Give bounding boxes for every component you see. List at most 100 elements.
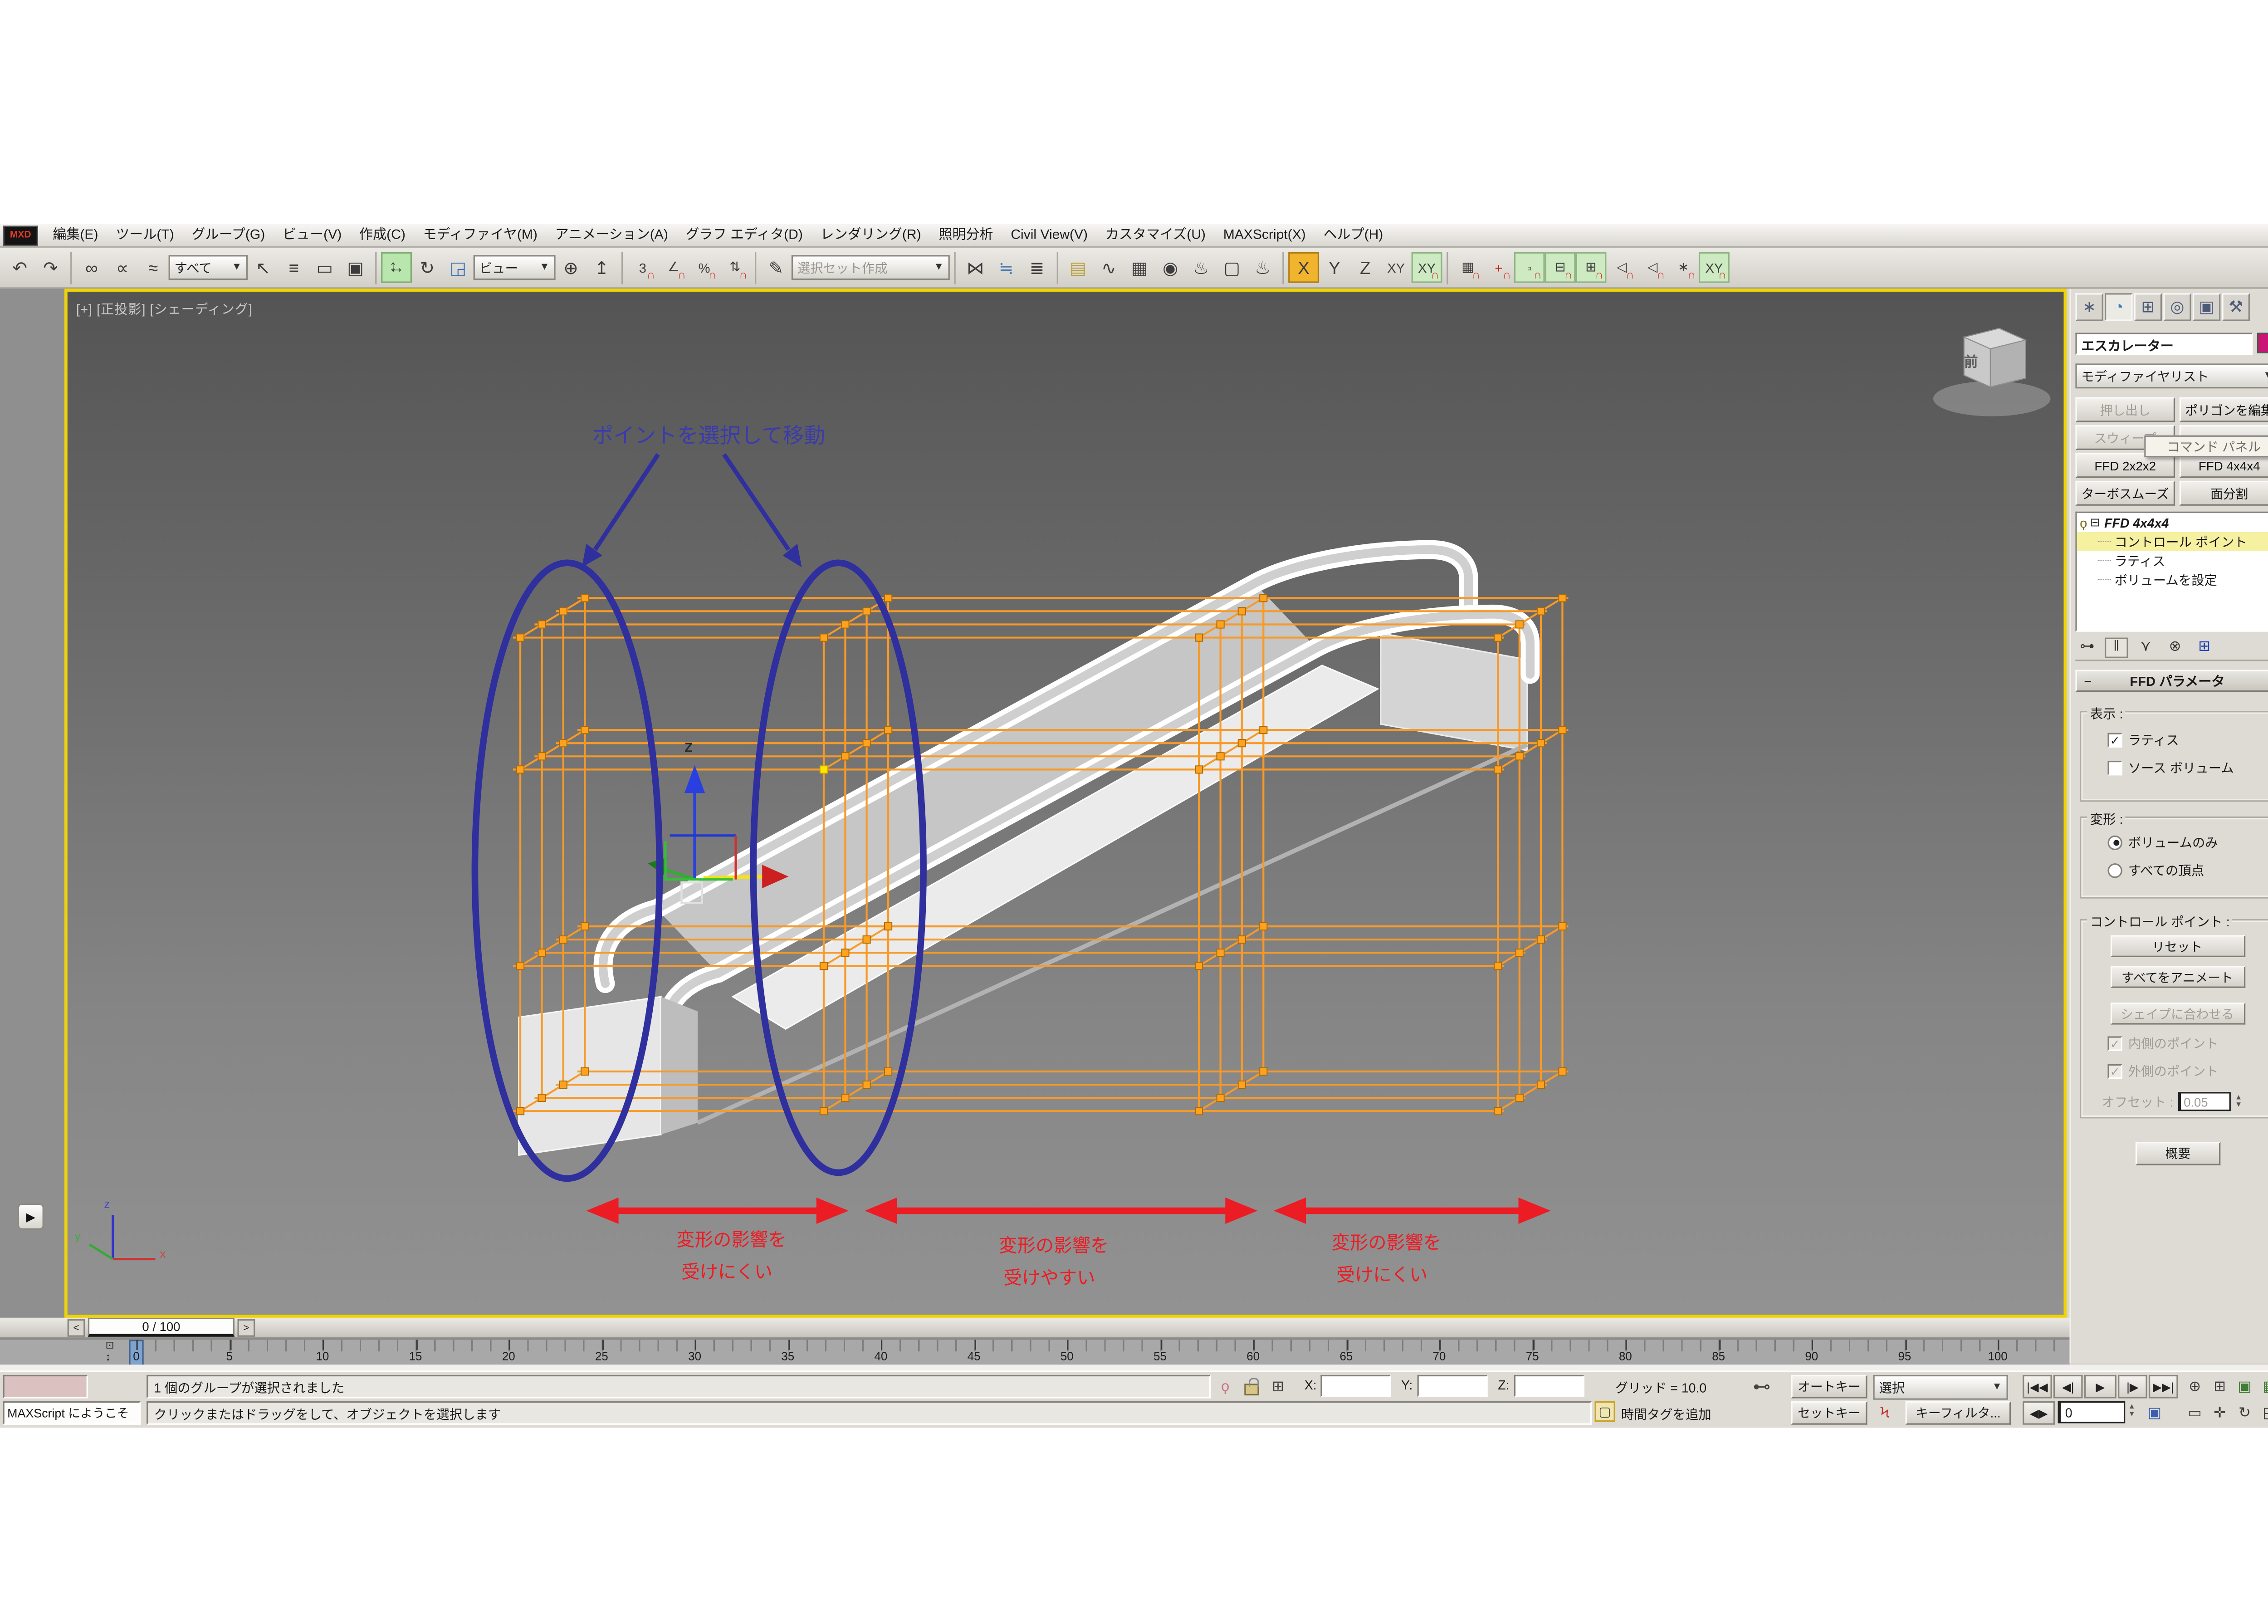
restrict-xy-plane-icon[interactable]: XY [1381, 252, 1412, 283]
conform-to-shape-button[interactable]: シェイプに合わせる [2110, 1003, 2244, 1024]
graphite-ribbon-toggle-icon[interactable]: ▤ [1063, 252, 1094, 283]
animate-all-button[interactable]: すべてをアニメート [2110, 966, 2244, 988]
bind-to-space-warp-icon[interactable]: ≈ [138, 252, 169, 283]
menu-modifiers[interactable]: モディファイヤ(M) [414, 224, 546, 246]
zoom-extents-icon[interactable]: ▣ [2232, 1375, 2257, 1399]
snap-xy-icon[interactable]: XY∩ [1699, 252, 1730, 283]
tessellate-button[interactable]: 面分割 [2180, 481, 2268, 506]
select-and-manipulate-icon[interactable]: ↥ [586, 252, 617, 283]
restrict-x-icon[interactable]: X [1288, 252, 1319, 283]
menu-animation[interactable]: アニメーション(A) [546, 224, 677, 246]
select-and-link-icon[interactable]: ∞ [76, 252, 107, 283]
expand-tray-button[interactable]: ▶ [18, 1203, 44, 1230]
selection-lock-icon[interactable] [1240, 1375, 1264, 1399]
region-zoom-icon[interactable]: ▭ [2182, 1401, 2207, 1425]
frame-back-button[interactable]: < [68, 1319, 85, 1337]
isolate-toggle-icon[interactable]: ϙ [1213, 1375, 1237, 1399]
lattice-checkbox[interactable]: ✓ [2107, 732, 2122, 747]
snap-frames-icon[interactable]: ↨ [106, 1353, 111, 1363]
select-and-rotate-icon[interactable]: ↻ [412, 252, 443, 283]
macro-recorder-field[interactable] [3, 1375, 88, 1399]
edit-named-selection-sets-icon[interactable]: ✎ [761, 252, 792, 283]
menu-edit[interactable]: 編集(E) [44, 224, 107, 246]
tab-create-icon[interactable]: ∗ [2075, 293, 2103, 321]
time-tag-cube-icon[interactable]: ▢ [1595, 1401, 1615, 1422]
set-keys-mode-icon[interactable]: Ϟ [1873, 1401, 1897, 1425]
source-volume-checkbox-row[interactable]: ソース ボリューム [2107, 758, 2268, 777]
edit-poly-button[interactable]: ポリゴンを編集 [2180, 397, 2268, 422]
viewport[interactable]: [+] [正投影] [シェーディング] ポイントを選択して移動 変形の影響を 受… [64, 289, 2067, 1318]
extrude-button[interactable]: 押し出し [2075, 397, 2175, 422]
viewcube[interactable] [1933, 328, 2050, 416]
configure-modifier-sets-icon[interactable]: ⊞ [2193, 637, 2216, 657]
x-coordinate-field[interactable] [1320, 1375, 1391, 1397]
lattice-checkbox-row[interactable]: ✓ラティス [2107, 730, 2268, 749]
stack-control-points[interactable]: ┈┈コントロール ポイント [2077, 532, 2268, 551]
tab-motion-icon[interactable]: ◎ [2163, 293, 2191, 321]
align-icon[interactable]: ≒ [991, 252, 1022, 283]
absolute-offset-mode-icon[interactable]: ⊞ [1266, 1375, 1290, 1399]
time-slider[interactable]: 0 / 100 [88, 1318, 235, 1337]
offset-field[interactable]: 0.05 [2178, 1092, 2230, 1111]
snaps-use-axis-constraints-icon[interactable]: XY∩ [1412, 252, 1442, 283]
snap-grid-points-icon[interactable]: ▦∩ [1452, 252, 1483, 283]
only-in-volume-radio[interactable] [2107, 835, 2122, 849]
show-end-result-icon[interactable]: ‖ [2105, 637, 2128, 657]
stack-lattice[interactable]: ┈┈ラティス [2077, 551, 2268, 570]
select-object-icon[interactable]: ↖ [248, 252, 279, 283]
named-selection-sets-dropdown[interactable]: 選択セット作成▼ [792, 255, 950, 280]
selection-range-icon[interactable]: ⊡ [106, 1341, 114, 1352]
maxscript-listener-field[interactable]: MAXScript にようこそ [3, 1401, 141, 1425]
orbit-icon[interactable]: ↻ [2232, 1401, 2257, 1425]
go-to-start-button[interactable]: |◀◀ [2023, 1375, 2052, 1399]
stack-set-volume[interactable]: ┈┈ボリュームを設定 [2077, 570, 2268, 589]
z-coordinate-field[interactable] [1514, 1375, 1584, 1397]
redo-icon[interactable]: ↷ [35, 252, 66, 283]
auto-key-button[interactable]: オートキー [1791, 1375, 1867, 1399]
viewcube-front-label[interactable]: 前 [1964, 350, 1978, 371]
select-and-move-icon[interactable]: ↔↕ [381, 252, 412, 283]
object-color-swatch[interactable] [2257, 333, 2268, 353]
tab-hierarchy-icon[interactable]: ⊞ [2134, 293, 2162, 321]
layer-manager-icon[interactable]: ≣ [1022, 252, 1052, 283]
add-time-tag[interactable]: 時間タグを追加 [1621, 1404, 1711, 1423]
use-pivot-point-center-icon[interactable]: ⊕ [556, 252, 587, 283]
viewport-label[interactable]: [+] [正投影] [シェーディング] [76, 299, 253, 318]
angle-snap-toggle-icon[interactable]: ∠∩ [658, 252, 689, 283]
offset-spinner[interactable]: ▲▼ [2235, 1094, 2242, 1109]
reset-button[interactable]: リセット [2110, 935, 2244, 957]
schematic-view-icon[interactable]: ▦ [1124, 252, 1155, 283]
snap-vertex-icon[interactable]: ▫∩ [1514, 252, 1545, 283]
turbosmooth-button[interactable]: ターボスムーズ [2075, 481, 2175, 506]
maximize-viewport-toggle-icon[interactable]: ◱ [2257, 1401, 2268, 1425]
object-name-field[interactable]: エスカレーター [2075, 332, 2253, 354]
y-coordinate-field[interactable] [1418, 1375, 1488, 1397]
menu-views[interactable]: ビュー(V) [274, 224, 351, 246]
menu-rendering[interactable]: レンダリング(R) [811, 224, 930, 246]
menu-help[interactable]: ヘルプ(H) [1315, 224, 1392, 246]
inside-points-checkbox-row[interactable]: ✓内側のポイント [2107, 1033, 2268, 1052]
rendered-frame-window-icon[interactable]: ▢ [1217, 252, 1247, 283]
collapse-icon[interactable]: ⊟ [2090, 516, 2100, 529]
select-by-name-icon[interactable]: ≡ [279, 252, 309, 283]
zoom-all-icon[interactable]: ⊞ [2207, 1375, 2232, 1399]
material-editor-icon[interactable]: ◉ [1155, 252, 1186, 283]
snap-pivot-icon[interactable]: +∩ [1483, 252, 1514, 283]
go-to-end-button[interactable]: ▶▶| [2149, 1375, 2178, 1399]
menu-tools[interactable]: ツール(T) [107, 224, 183, 246]
menu-customize[interactable]: カスタマイズ(U) [1096, 224, 1214, 246]
tab-utilities-icon[interactable]: ⚒ [2222, 293, 2249, 321]
outside-points-checkbox[interactable]: ✓ [2107, 1063, 2122, 1078]
snap-frozen-icon[interactable]: ∗∩ [1668, 252, 1699, 283]
restrict-z-icon[interactable]: Z [1350, 252, 1381, 283]
menu-lighting-analysis[interactable]: 照明分析 [930, 224, 1002, 246]
restrict-y-icon[interactable]: Y [1319, 252, 1350, 283]
outside-points-checkbox-row[interactable]: ✓外側のポイント [2107, 1061, 2268, 1080]
unlink-selection-icon[interactable]: ∝ [107, 252, 138, 283]
reference-coordinate-system-dropdown[interactable]: ビュー▼ [474, 255, 556, 280]
mirror-icon[interactable]: ⋈ [960, 252, 991, 283]
selection-filter-dropdown[interactable]: すべて▼ [169, 255, 248, 280]
menu-maxscript[interactable]: MAXScript(X) [1214, 224, 1315, 246]
menu-civil-view[interactable]: Civil View(V) [1002, 224, 1097, 246]
pan-hand-icon[interactable]: ✛ [2207, 1401, 2232, 1425]
